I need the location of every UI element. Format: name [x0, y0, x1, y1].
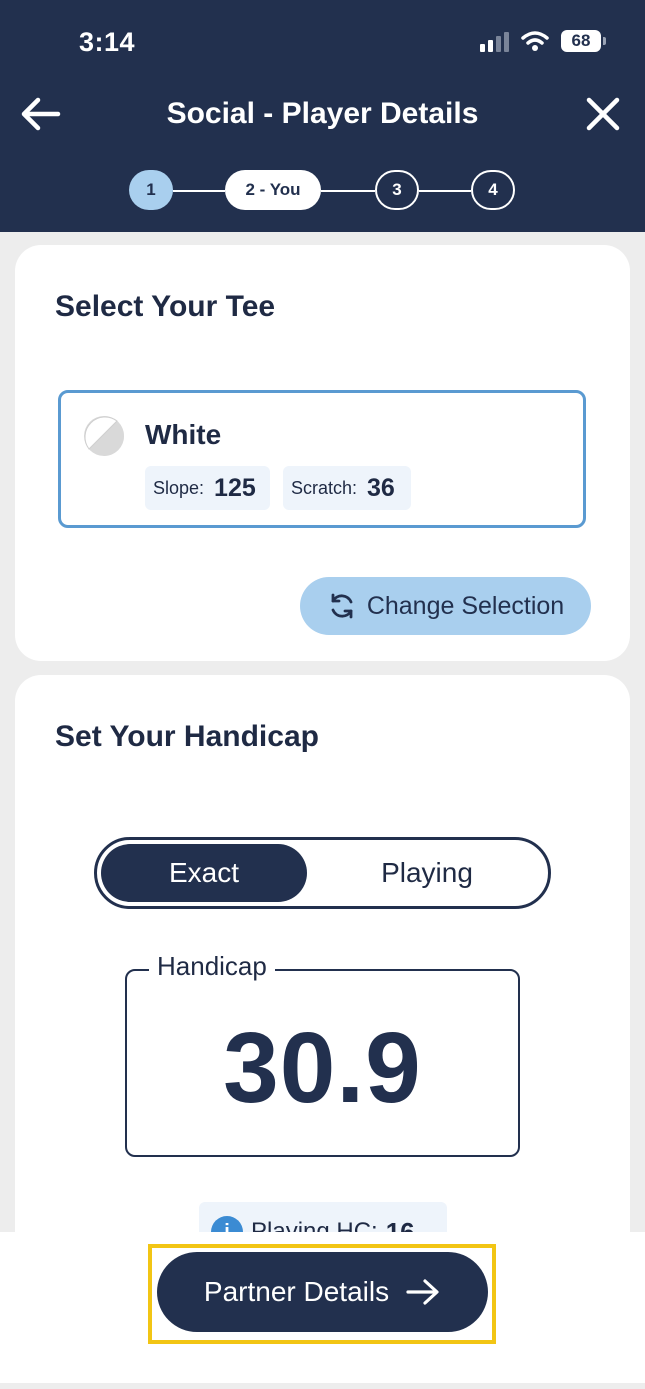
- battery-icon: 68: [561, 30, 606, 52]
- change-selection-label: Change Selection: [366, 591, 565, 620]
- handicap-mode-toggle: Exact Playing: [94, 837, 551, 909]
- status-time: 3:14: [79, 27, 136, 57]
- scratch-label: Scratch:: [291, 477, 358, 498]
- selected-tee-option[interactable]: White Slope: 125 Scratch: 36: [58, 390, 586, 528]
- progress-stepper: 1 2 - You 3 4: [0, 168, 645, 214]
- step-connector: [321, 190, 375, 192]
- signal-icon: [480, 31, 509, 52]
- handicap-label: Handicap: [149, 951, 275, 982]
- playing-hc-label: Playing HC:: [251, 1218, 378, 1232]
- toggle-exact[interactable]: Exact: [101, 844, 307, 902]
- slope-chip: Slope: 125: [145, 466, 270, 510]
- tee-color-swatch-icon: [84, 416, 124, 456]
- step-3[interactable]: 3: [375, 170, 419, 210]
- arrow-right-icon: [406, 1279, 439, 1305]
- handicap-value: 30.9: [223, 1012, 422, 1124]
- close-icon[interactable]: [583, 94, 623, 134]
- tee-card-title: Select Your Tee: [55, 290, 276, 323]
- slope-label: Slope:: [153, 477, 205, 498]
- footer-bar: Partner Details: [0, 1232, 645, 1389]
- wifi-icon: [521, 31, 549, 51]
- scratch-chip: Scratch: 36: [283, 466, 411, 510]
- handicap-card-title: Set Your Handicap: [55, 720, 319, 753]
- playing-hc-chip: i Playing HC: 16: [199, 1202, 447, 1232]
- scratch-value: 36: [367, 473, 395, 502]
- tee-card: Select Your Tee White Slope: 125 Scratch…: [15, 245, 630, 661]
- step-connector: [173, 190, 225, 192]
- step-connector: [419, 190, 471, 192]
- step-4[interactable]: 4: [471, 170, 515, 210]
- playing-hc-value: 16: [385, 1216, 415, 1233]
- home-indicator-area: [0, 1383, 645, 1389]
- handicap-card: Set Your Handicap Exact Playing Handicap…: [15, 675, 630, 1232]
- refresh-icon: [331, 593, 353, 619]
- slope-value: 125: [214, 473, 256, 502]
- toggle-playing[interactable]: Playing: [311, 844, 543, 902]
- step-1[interactable]: 1: [129, 170, 173, 210]
- partner-details-button[interactable]: Partner Details: [157, 1252, 488, 1332]
- page-title: Social - Player Details: [166, 97, 479, 130]
- partner-details-label: Partner Details: [203, 1276, 390, 1307]
- step-2-current[interactable]: 2 - You: [225, 170, 321, 210]
- scroll-content[interactable]: Select Your Tee White Slope: 125 Scratch…: [0, 232, 645, 1232]
- handicap-input[interactable]: Handicap 30.9: [125, 951, 520, 1157]
- tee-name: White: [145, 419, 222, 450]
- info-icon: i: [211, 1216, 243, 1232]
- app-header: 3:14 68 Social - Player Details 1 2 - Yo…: [0, 0, 645, 232]
- change-selection-button[interactable]: Change Selection: [300, 577, 591, 635]
- status-icons: 68: [480, 30, 606, 52]
